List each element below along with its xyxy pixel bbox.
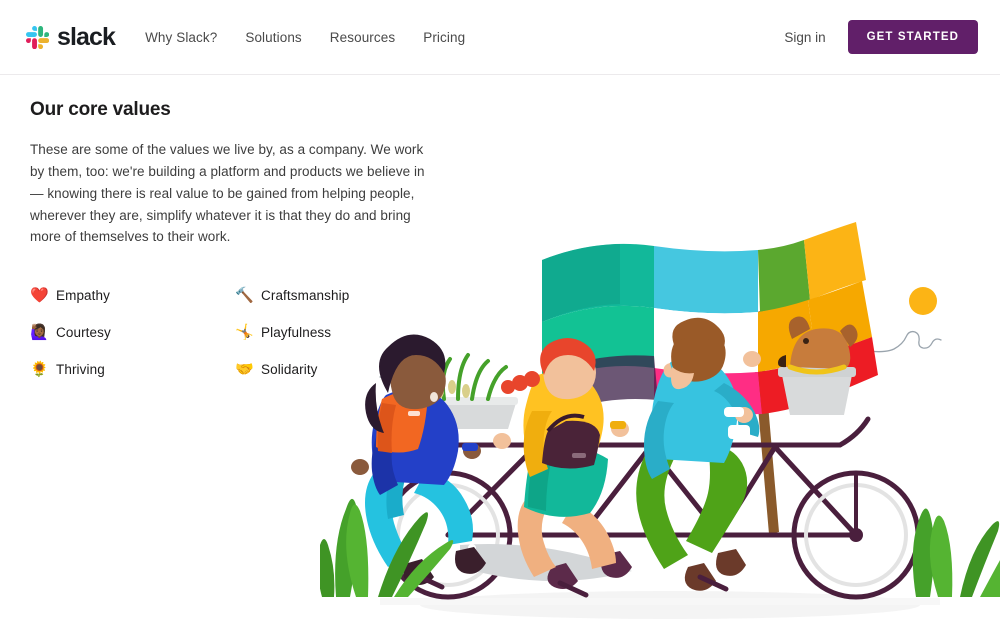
core-values-list: ❤️ Empathy 🔨 Craftsmanship 🙋🏾‍♀️ Courtes… [30,288,450,377]
value-label-courtesy: Courtesy [56,325,111,341]
person-raising-hand-icon: 🙋🏾‍♀️ [30,324,49,342]
sunflower-icon: 🌻 [30,361,49,379]
value-item-thriving: 🌻 Thriving [30,362,235,377]
main-navigation: Why Slack? Solutions Resources Pricing [145,30,465,45]
value-label-playfulness: Playfulness [261,325,332,341]
slack-logo-icon [26,25,49,49]
value-item-courtesy: 🙋🏾‍♀️ Courtesy [30,325,235,340]
value-label-thriving: Thriving [56,362,105,378]
nav-item-resources[interactable]: Resources [330,30,395,45]
site-header: slack Why Slack? Solutions Resources Pri… [0,0,1000,75]
value-item-empathy: ❤️ Empathy [30,288,235,303]
nav-item-why-slack[interactable]: Why Slack? [145,30,217,45]
value-item-solidarity: 🤝 Solidarity [235,362,440,377]
sign-in-link[interactable]: Sign in [784,30,825,45]
value-label-solidarity: Solidarity [261,362,318,378]
intro-paragraph: These are some of the values we live by,… [30,142,425,245]
header-actions: Sign in GET STARTED [784,20,978,54]
get-started-button[interactable]: GET STARTED [847,20,978,54]
slack-logo-text: slack [57,22,116,51]
value-item-craftsmanship: 🔨 Craftsmanship [235,288,440,303]
value-label-empathy: Empathy [56,288,110,304]
page-title: Our core values [30,99,171,120]
grass-right [912,508,1000,597]
page-content: Our core values These are some of the va… [0,75,1000,377]
value-item-playfulness: 🤸 Playfulness [235,325,440,340]
nav-item-solutions[interactable]: Solutions [245,30,301,45]
heart-icon: ❤️ [30,287,49,305]
hammer-icon: 🔨 [235,287,254,305]
nav-item-pricing[interactable]: Pricing [423,30,465,45]
handshake-icon: 🤝 [235,361,254,379]
person-dancing-icon: 🤸 [235,324,254,342]
slack-logo[interactable]: slack [26,22,116,51]
value-label-craftsmanship: Craftsmanship [261,288,350,304]
